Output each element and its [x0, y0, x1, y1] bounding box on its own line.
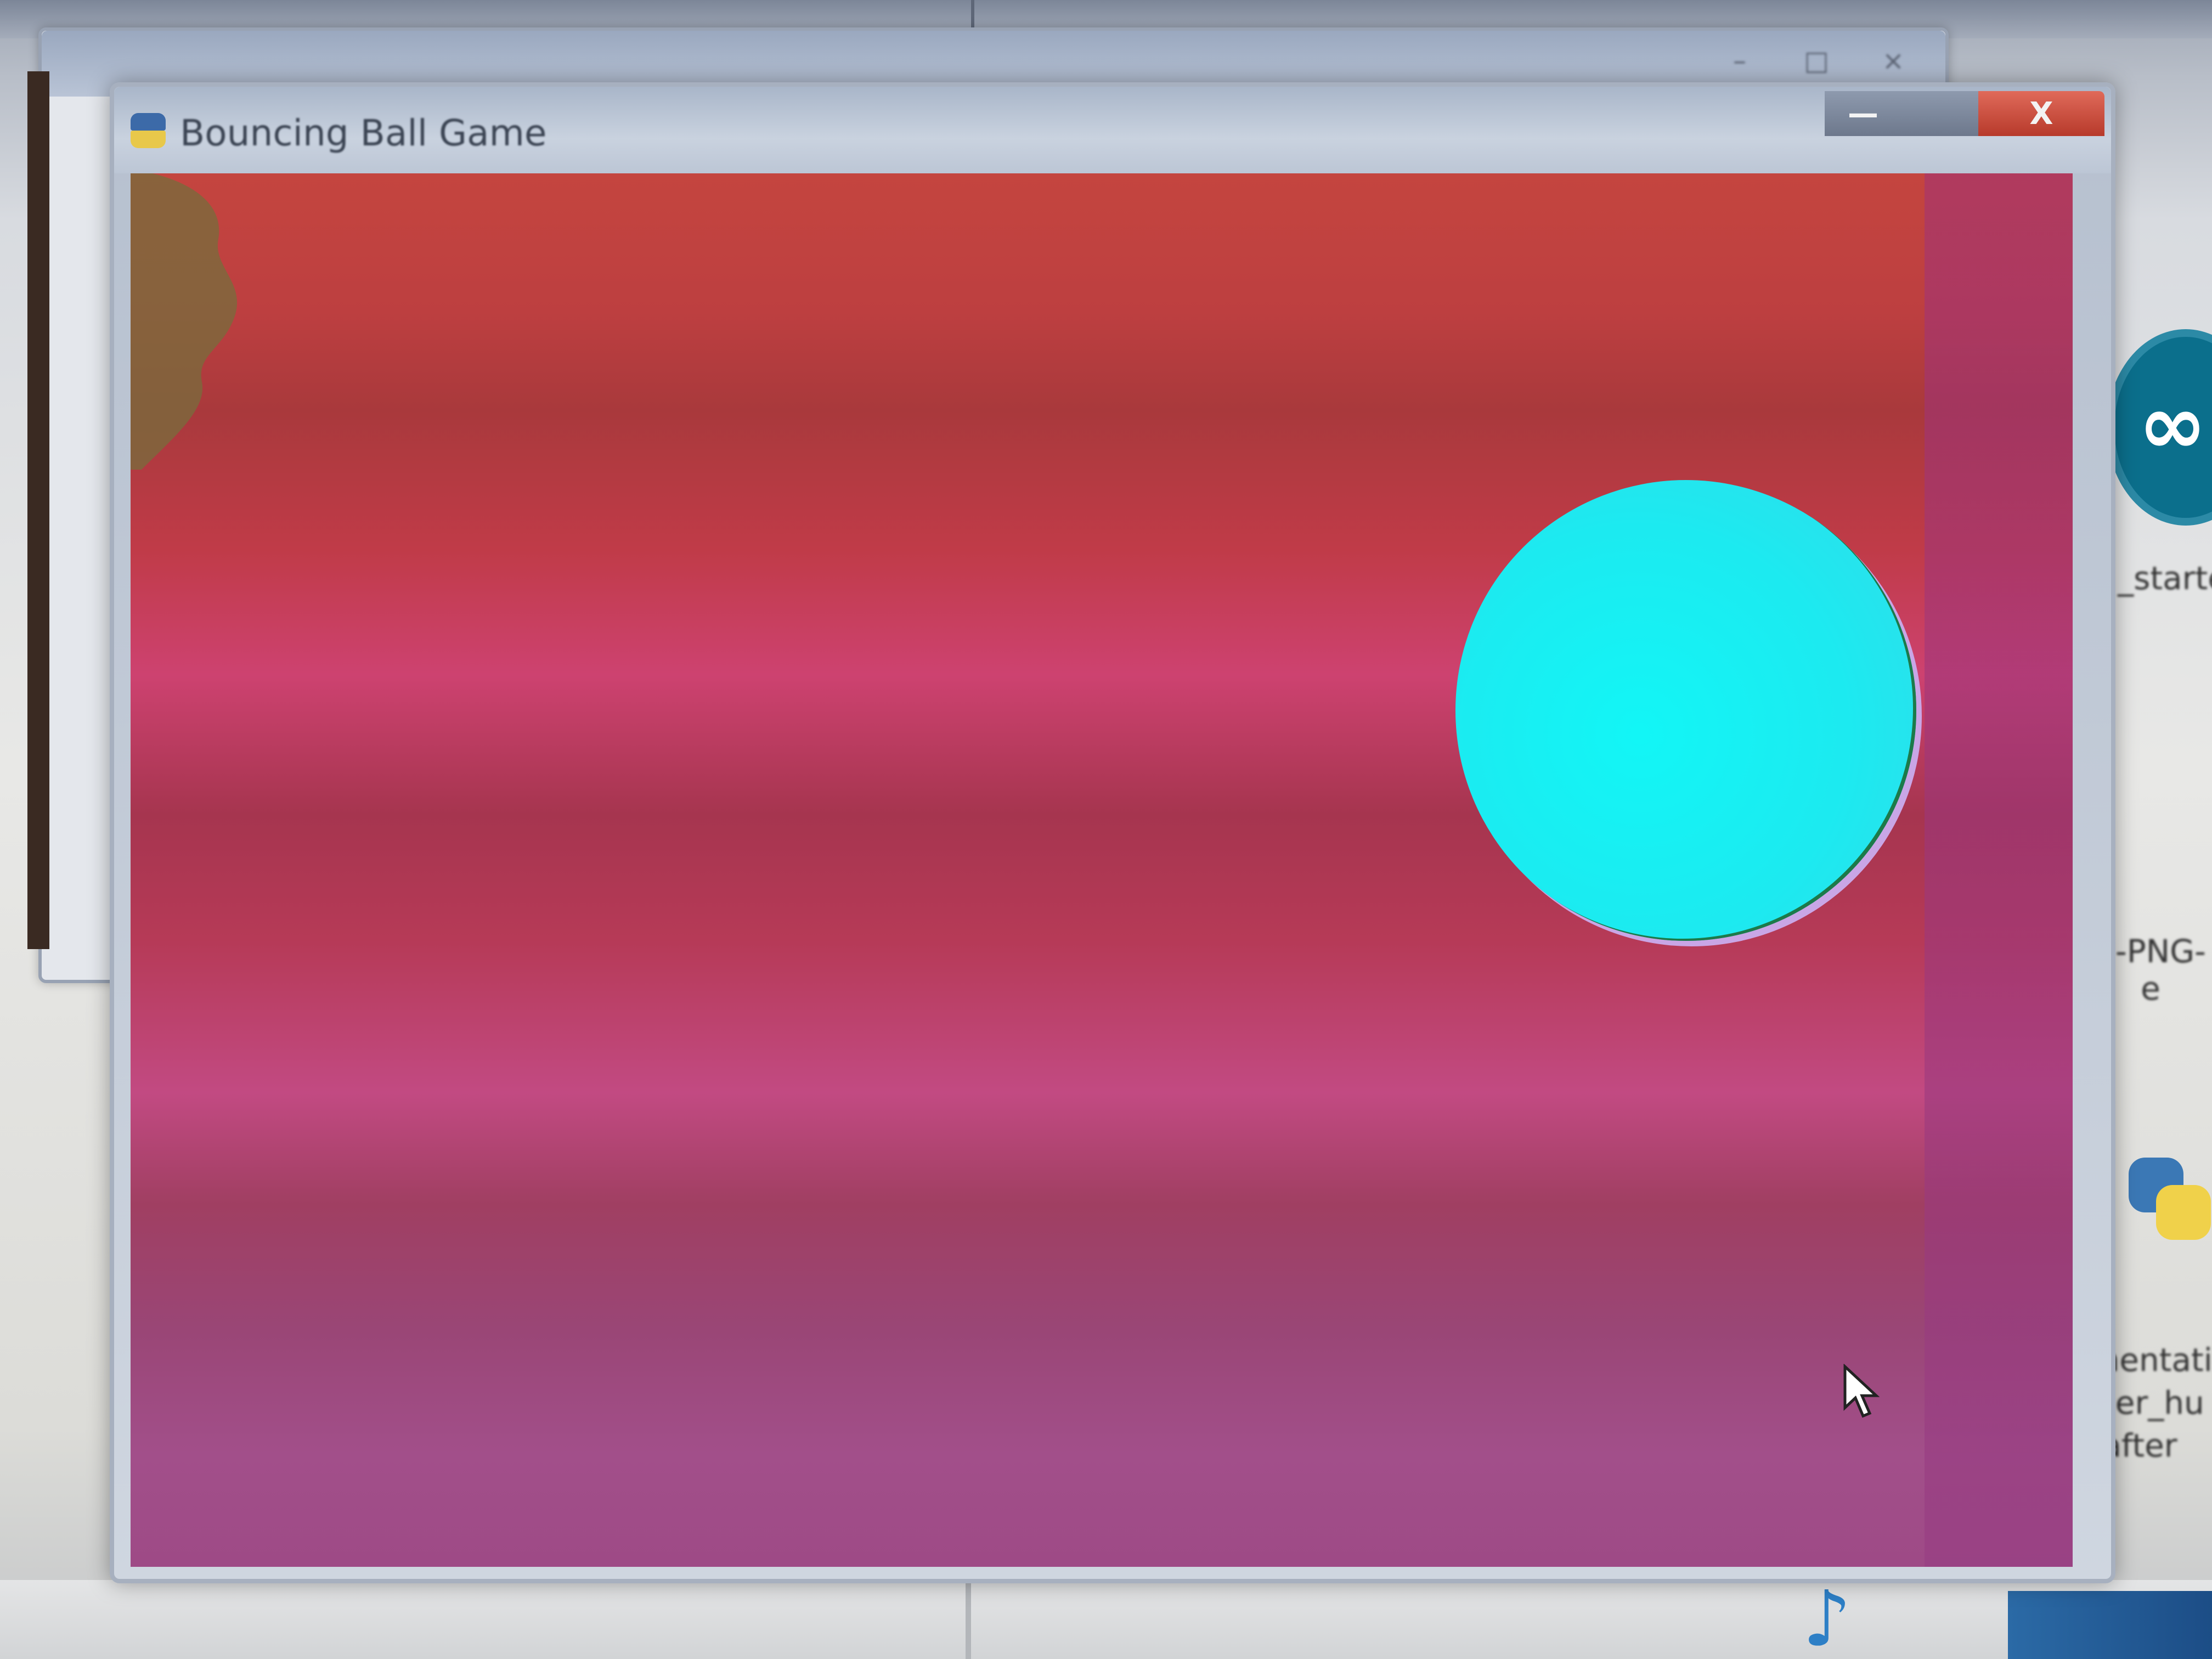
canvas-color-band: [1925, 173, 2073, 1567]
background-close-button[interactable]: ×: [1863, 42, 1923, 80]
game-window[interactable]: Bouncing Ball Game — X: [110, 82, 2115, 1583]
desktop: – □ × ∞ _starte d-PNG- e umentatio nger_…: [0, 0, 2212, 1659]
python-app-icon: [131, 113, 166, 148]
bottom-right-thumbnail: [2008, 1591, 2212, 1659]
game-window-titlebar[interactable]: Bouncing Ball Game — X: [114, 87, 2111, 173]
minimize-button[interactable]: —: [1825, 91, 1901, 136]
background-window-caption-buttons: – □ ×: [1709, 42, 1923, 80]
green-smudge: [131, 173, 238, 470]
game-canvas[interactable]: [131, 173, 2073, 1567]
maximize-button[interactable]: [1901, 91, 1978, 136]
python-icon[interactable]: [2123, 1152, 2212, 1245]
close-button[interactable]: X: [1978, 91, 2104, 136]
infinity-icon: ∞: [2138, 377, 2207, 473]
music-note-icon[interactable]: ♪: [1794, 1580, 1860, 1659]
window-title: Bouncing Ball Game: [180, 112, 547, 154]
mouse-cursor-icon: [1843, 1364, 1880, 1418]
caption-buttons: — X: [1825, 91, 2104, 136]
background-window-content-edge: [27, 71, 49, 949]
background-minimize-button[interactable]: –: [1709, 42, 1770, 80]
desktop-icon-label[interactable]: _starte: [2101, 560, 2212, 597]
background-maximize-button[interactable]: □: [1786, 42, 1847, 80]
bottom-area: [0, 1580, 2212, 1659]
bottom-divider: [966, 1575, 971, 1659]
bouncing-ball: [1455, 480, 1916, 941]
